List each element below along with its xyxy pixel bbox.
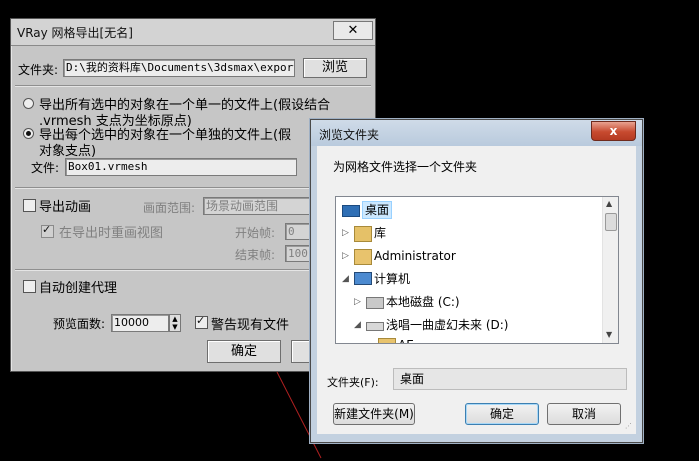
- browse-ok-button[interactable]: 确定: [465, 403, 539, 425]
- divider: [15, 85, 371, 87]
- export-each-file-label-2: 对象支点): [39, 144, 97, 159]
- window-frame: [311, 434, 642, 442]
- export-each-file-radio[interactable]: [23, 128, 34, 139]
- folder-tree[interactable]: 桌面 ▷ 库 ▷ Administrator ◢ 计算机 ▷ 本地磁盘 (C:)…: [335, 196, 619, 344]
- close-icon[interactable]: x: [591, 121, 636, 141]
- vray-dialog-title: VRay 网格导出[无名]: [17, 26, 133, 40]
- scroll-thumb[interactable]: [605, 213, 617, 231]
- vray-title-bar[interactable]: VRay 网格导出[无名] ✕: [11, 19, 375, 46]
- tree-item-label: 桌面: [362, 201, 393, 219]
- browse-instruction: 为网格文件选择一个文件夹: [333, 160, 478, 174]
- tree-item-label: Administrator: [374, 249, 456, 263]
- collapse-arrow-icon[interactable]: ◢: [342, 269, 352, 289]
- end-frame-label: 结束帧:: [235, 248, 276, 262]
- library-icon: [354, 226, 372, 242]
- window-frame: [636, 146, 642, 442]
- expand-arrow-icon[interactable]: ▷: [354, 292, 364, 312]
- frame-range-label: 画面范围:: [143, 201, 196, 215]
- expand-arrow-icon[interactable]: ▷: [342, 246, 352, 266]
- resize-grip-icon[interactable]: ⋰: [625, 423, 633, 432]
- preview-faces-spinner[interactable]: ▲ ▼: [169, 314, 181, 332]
- tree-item-label: 库: [374, 226, 387, 240]
- computer-icon: [354, 272, 372, 285]
- export-single-file-radio[interactable]: [23, 98, 34, 109]
- frame-range-select[interactable]: 场景动画范围: [203, 197, 315, 215]
- expand-arrow-icon[interactable]: ▷: [342, 223, 352, 243]
- export-animation-checkbox[interactable]: [23, 199, 36, 212]
- file-label: 文件:: [31, 161, 60, 175]
- browse-cancel-button[interactable]: 取消: [547, 403, 621, 425]
- tree-item-label: AE: [398, 335, 414, 343]
- tree-item-ae[interactable]: AE: [366, 335, 566, 343]
- system-drive-icon: [366, 297, 384, 309]
- warn-existing-checkbox[interactable]: [195, 314, 208, 329]
- folder-icon: [378, 338, 396, 343]
- auto-create-proxy-label: 自动创建代理: [39, 281, 118, 296]
- tree-item-library[interactable]: ▷ 库: [342, 223, 582, 243]
- scroll-up-icon[interactable]: ▲: [606, 199, 612, 208]
- end-frame-field[interactable]: 100: [285, 245, 313, 262]
- tree-item-drive-c[interactable]: ▷ 本地磁盘 (C:): [354, 292, 584, 312]
- preview-faces-label: 预览面数:: [53, 317, 106, 331]
- browse-title-bar[interactable]: 浏览文件夹 x: [311, 120, 642, 146]
- tree-item-label: 本地磁盘 (C:): [386, 295, 460, 309]
- redraw-viewport-checkbox[interactable]: [41, 223, 54, 238]
- desktop-icon: [342, 205, 360, 217]
- folder-field-label: 文件夹(F):: [327, 376, 379, 389]
- auto-create-proxy-checkbox[interactable]: [23, 280, 36, 293]
- collapse-arrow-icon[interactable]: ◢: [354, 315, 364, 335]
- new-folder-button[interactable]: 新建文件夹(M): [333, 403, 415, 425]
- warn-existing-label: 警告现有文件: [211, 318, 290, 333]
- tree-item-drive-d[interactable]: ◢ 浅唱一曲虚幻未来 (D:): [354, 315, 584, 335]
- tree-item-label: 计算机: [374, 272, 411, 286]
- tree-item-computer[interactable]: ◢ 计算机: [342, 269, 582, 289]
- tree-item-label: 浅唱一曲虚幻未来 (D:): [386, 318, 509, 332]
- tree-item-desktop[interactable]: 桌面: [342, 200, 582, 220]
- browse-client-area: 为网格文件选择一个文件夹 桌面 ▷ 库 ▷ Administrator ◢ 计算…: [317, 146, 636, 434]
- export-animation-label: 导出动画: [39, 200, 92, 215]
- scroll-down-icon[interactable]: ▼: [606, 330, 612, 339]
- tree-item-administrator[interactable]: ▷ Administrator: [342, 246, 582, 266]
- drive-icon: [366, 322, 384, 331]
- selected-folder-field[interactable]: 桌面: [393, 368, 627, 390]
- browse-folder-dialog: 浏览文件夹 x 为网格文件选择一个文件夹 桌面 ▷ 库 ▷ Administra…: [310, 119, 643, 443]
- start-frame-field[interactable]: 0: [285, 223, 313, 240]
- vray-ok-button[interactable]: 确定: [207, 340, 281, 363]
- tree-scrollbar[interactable]: ▲ ▼: [602, 197, 618, 343]
- folder-path-field[interactable]: D:\我的资料库\Documents\3dsmax\export: [63, 59, 295, 77]
- file-name-field[interactable]: Box01.vrmesh: [65, 158, 297, 176]
- browse-dialog-title: 浏览文件夹: [319, 128, 380, 142]
- start-frame-label: 开始帧:: [235, 226, 276, 240]
- user-folder-icon: [354, 249, 372, 265]
- vray-close-button[interactable]: ✕: [333, 21, 373, 40]
- browse-button[interactable]: 浏览: [303, 58, 367, 78]
- redraw-viewport-label: 在导出时重画视图: [59, 226, 164, 241]
- preview-faces-field[interactable]: 10000: [111, 314, 169, 332]
- folder-label: 文件夹:: [18, 63, 59, 77]
